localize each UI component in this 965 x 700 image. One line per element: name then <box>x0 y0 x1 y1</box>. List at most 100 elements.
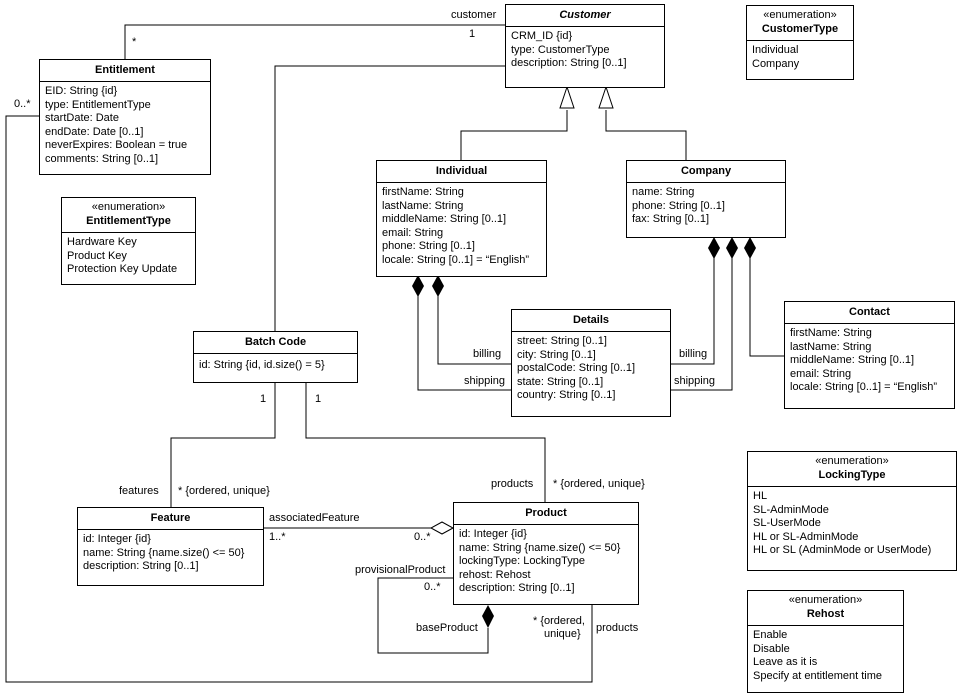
enum-rehost[interactable]: «enumeration» Rehost Enable Disable Leav… <box>747 590 904 693</box>
composition-diamond-icon <box>432 275 444 297</box>
attribute: phone: String [0..1] <box>632 199 725 212</box>
attribute: lastName: String <box>382 199 464 212</box>
constraint-entitlement-products-line2: unique} <box>544 628 581 640</box>
multiplicity-associated-product: 0..* <box>414 531 431 543</box>
enum-name: EntitlementType <box>86 215 171 227</box>
enum-entitlement-type[interactable]: «enumeration» EntitlementType Hardware K… <box>61 197 196 285</box>
multiplicity-entitlement-products: 0..* <box>14 98 31 110</box>
class-name: Contact <box>849 306 890 318</box>
enum-literal: HL or SL-AdminMode <box>753 530 859 543</box>
attribute: email: String <box>790 367 852 380</box>
attribute: comments: String [0..1] <box>45 152 159 165</box>
enum-literal: SL-AdminMode <box>753 503 829 516</box>
class-feature[interactable]: Feature id: Integer {id} name: String {n… <box>77 507 264 586</box>
role-label-individual-billing: billing <box>473 348 502 360</box>
class-individual[interactable]: Individual firstName: String lastName: S… <box>376 160 547 277</box>
enum-name: LockingType <box>818 469 886 481</box>
attribute: description: String [0..1] <box>459 582 575 594</box>
generalization-arrow-icon <box>598 85 614 109</box>
enum-locking-type[interactable]: «enumeration» LockingType HL SL-AdminMod… <box>747 451 957 571</box>
stereotype: «enumeration» <box>815 455 889 467</box>
class-contact[interactable]: Contact firstName: String lastName: Stri… <box>784 301 955 409</box>
class-entitlement[interactable]: Entitlement EID: String {id} type: Entit… <box>39 59 211 175</box>
generalization-company <box>605 110 687 160</box>
generalization-arrow-icon <box>559 85 575 109</box>
attribute: description: String [0..1] <box>83 560 199 572</box>
multiplicity-features: * {ordered, unique} <box>178 485 270 497</box>
multiplicity-entitlement: * <box>132 36 137 48</box>
attribute: startDate: Date <box>45 112 119 124</box>
enum-name: Rehost <box>806 608 845 620</box>
generalization-individual <box>460 110 568 160</box>
role-label-associated-feature: associatedFeature <box>269 512 360 524</box>
enum-name: CustomerType <box>761 23 839 35</box>
role-label-company-shipping: shipping <box>674 375 715 387</box>
stereotype: «enumeration» <box>788 594 863 606</box>
constraint-entitlement-products-line1: * {ordered, <box>533 615 585 627</box>
attribute: lockingType: LockingType <box>459 555 585 567</box>
class-name: Product <box>525 507 567 519</box>
attribute: type: EntitlementType <box>45 98 151 111</box>
multiplicity-batch-products: 1 <box>315 393 322 405</box>
attribute: locale: String [0..1] = “English” <box>790 381 938 393</box>
class-batch-code[interactable]: Batch Code id: String {id, id.size() = 5… <box>193 331 358 383</box>
enum-literal: HL or SL (AdminMode or UserMode) <box>753 544 932 556</box>
enum-customer-type[interactable]: «enumeration» CustomerType Individual Co… <box>746 5 854 80</box>
attribute: neverExpires: Boolean = true <box>45 139 188 151</box>
attribute: fax: String [0..1] <box>632 213 710 225</box>
attribute: id: Integer {id} <box>83 533 151 545</box>
class-name: Entitlement <box>95 64 155 76</box>
composition-company-details-shipping <box>670 258 733 391</box>
class-details[interactable]: Details street: String [0..1] city: Stri… <box>511 309 671 417</box>
attribute: lastName: String <box>790 340 872 353</box>
enum-literal: Company <box>752 57 800 70</box>
attribute: EID: String {id} <box>45 85 118 97</box>
enum-literal: Enable <box>753 629 788 641</box>
role-label-company-billing: billing <box>679 348 708 360</box>
class-customer[interactable]: Customer CRM_ID {id} type: CustomerType … <box>505 4 665 88</box>
attribute: locale: String [0..1] = “English” <box>382 253 530 266</box>
attribute: id: Integer {id} <box>459 528 527 540</box>
attribute: street: String [0..1] <box>517 335 607 347</box>
enum-literal: Product Key <box>67 249 127 262</box>
enum-literal: HL <box>753 490 768 502</box>
multiplicity-provisional-product: 0..* <box>424 581 441 593</box>
class-product[interactable]: Product id: Integer {id} name: String {n… <box>453 502 639 605</box>
enum-literal: Specify at entitlement time <box>753 669 883 682</box>
attribute: name: String <box>632 186 695 198</box>
attribute: city: String [0..1] <box>517 348 596 361</box>
attribute: country: String [0..1] <box>517 389 616 401</box>
composition-diamond-icon <box>744 237 756 259</box>
composition-diamond-icon <box>726 237 738 259</box>
class-name: Batch Code <box>244 336 307 348</box>
attribute: firstName: String <box>790 327 872 339</box>
association-entitlement-customer <box>124 24 505 59</box>
enum-literal: Leave as it is <box>753 656 818 668</box>
class-name: Details <box>572 314 610 326</box>
attribute: endDate: Date [0..1] <box>45 125 144 138</box>
attribute: id: String {id, id.size() = 5} <box>199 359 325 371</box>
stereotype: «enumeration» <box>763 9 837 21</box>
class-name: Company <box>680 165 732 177</box>
role-label-features: features <box>119 485 159 497</box>
role-label-individual-shipping: shipping <box>464 375 505 387</box>
aggregation-diamond-icon <box>429 521 455 535</box>
attribute: middleName: String [0..1] <box>790 354 915 366</box>
enum-literal: Individual <box>752 44 799 56</box>
composition-diamond-icon <box>482 605 494 628</box>
class-company[interactable]: Company name: String phone: String [0..1… <box>626 160 786 238</box>
class-name: Customer <box>559 9 611 21</box>
attribute: name: String {name.size() <= 50} <box>83 546 245 559</box>
enum-literal: Hardware Key <box>67 236 137 248</box>
role-label-entitlement-products: products <box>596 622 639 634</box>
attribute: CRM_ID {id} <box>511 30 573 42</box>
role-label-provisional-product: provisionalProduct <box>355 564 446 576</box>
class-name: Individual <box>435 165 488 177</box>
attribute: middleName: String [0..1] <box>382 213 507 225</box>
enum-literal: Protection Key Update <box>67 263 178 275</box>
composition-company-contact <box>749 258 784 357</box>
multiplicity-products: * {ordered, unique} <box>553 478 645 490</box>
class-name: Feature <box>150 512 191 524</box>
attribute: state: String [0..1] <box>517 375 604 388</box>
enum-literal: Disable <box>753 642 790 655</box>
